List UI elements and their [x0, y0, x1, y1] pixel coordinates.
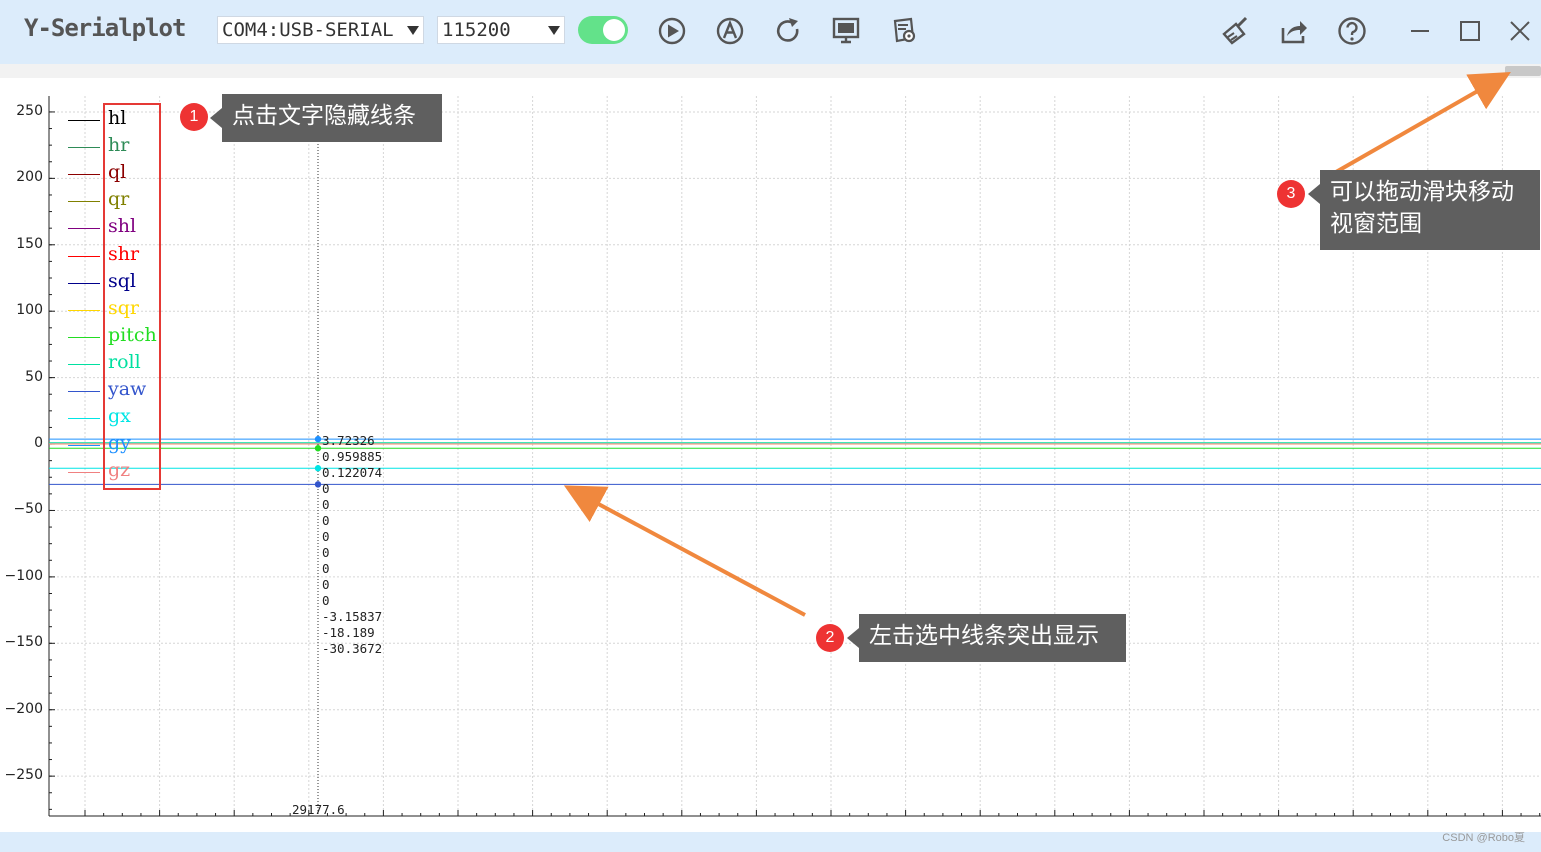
y-tick-label: −150 — [4, 634, 43, 651]
horizontal-scrollbar[interactable] — [0, 64, 1541, 78]
legend-swatch — [68, 309, 100, 311]
legend-swatch — [68, 336, 100, 338]
cursor-value: 0 — [322, 529, 330, 544]
y-tick-label: −100 — [4, 567, 43, 584]
annotation-callout-3: 可以拖动滑块移动 视窗范围 — [1308, 170, 1540, 250]
cursor-value: 0 — [322, 481, 330, 496]
cursor-value: -3.15837 — [322, 609, 383, 624]
annotation-badge-1: 1 — [180, 103, 208, 131]
legend-swatch — [68, 282, 100, 284]
legend-swatch — [68, 228, 100, 230]
cursor-value: 0 — [322, 561, 330, 576]
title-bar: Y-Serialplot COM4:USB-SERIAL 115200 — [0, 0, 1541, 64]
legend-swatch — [68, 147, 100, 149]
cursor-value: 0 — [322, 593, 330, 608]
port-select-value: COM4:USB-SERIAL — [222, 19, 394, 41]
cursor-value: -18.189 — [322, 625, 375, 640]
close-icon[interactable] — [1503, 14, 1537, 48]
cursor-value: 0 — [322, 545, 330, 560]
legend-swatch — [68, 174, 100, 176]
legend-swatch — [68, 120, 100, 121]
port-select[interactable]: COM4:USB-SERIAL — [217, 16, 424, 44]
auto-scale-icon[interactable] — [713, 14, 747, 48]
cursor-value: -30.3672 — [322, 641, 383, 656]
annotation-callout-2: 左击选中线条突出显示 — [847, 614, 1126, 662]
legend-highlight-box — [103, 103, 161, 490]
clear-brush-icon[interactable] — [1218, 14, 1252, 48]
legend-swatch — [68, 363, 100, 365]
play-icon[interactable] — [655, 14, 689, 48]
legend-swatch — [68, 391, 100, 392]
annotation-badge-2: 2 — [816, 624, 844, 652]
cursor-dot-pitch — [314, 445, 322, 452]
cursor-value: 0 — [322, 577, 330, 592]
y-tick-label: −50 — [13, 501, 43, 518]
annotation-callout-1: 点击文字隐藏线条 — [210, 94, 442, 142]
scrollbar-handle[interactable] — [1505, 66, 1541, 76]
cursor-dot-gx — [314, 465, 322, 472]
app-title: Y-Serialplot — [24, 14, 186, 42]
cursor-value: 0 — [322, 497, 330, 512]
legend-swatch — [68, 418, 100, 420]
help-icon[interactable] — [1335, 14, 1369, 48]
chevron-down-icon — [548, 26, 560, 35]
annotation-callout-3-line1: 可以拖动滑块移动 — [1330, 179, 1514, 205]
y-tick-label: 250 — [16, 102, 43, 119]
toggle-knob — [603, 19, 625, 41]
minimize-icon[interactable] — [1403, 14, 1437, 48]
y-tick-label: 100 — [16, 302, 43, 319]
cursor-dot-yaw — [314, 481, 322, 488]
chevron-down-icon — [407, 26, 419, 35]
refresh-icon[interactable] — [771, 14, 805, 48]
cursor-value: 3.72326 — [322, 433, 375, 448]
cursor-value: 0.122074 — [322, 465, 383, 480]
legend-swatch — [68, 472, 100, 474]
legend-swatch — [68, 445, 100, 447]
legend-swatch — [68, 255, 100, 257]
baud-select[interactable]: 115200 — [437, 16, 565, 44]
legend-swatch — [68, 201, 100, 203]
baud-select-value: 115200 — [442, 19, 511, 41]
y-tick-label: −250 — [4, 767, 43, 784]
annotation-callout-3-line2: 视窗范围 — [1330, 211, 1422, 237]
share-icon[interactable] — [1277, 14, 1311, 48]
maximize-icon[interactable] — [1453, 14, 1487, 48]
y-tick-label: 0 — [34, 435, 43, 452]
y-tick-label: −200 — [4, 700, 43, 717]
cursor-value: 0 — [322, 513, 330, 528]
annotation-badge-3: 3 — [1277, 180, 1305, 208]
cursor-x-label: 29177.6 — [292, 802, 345, 817]
settings-document-icon[interactable] — [887, 14, 921, 48]
y-tick-label: 150 — [16, 235, 43, 252]
monitor-icon[interactable] — [829, 14, 863, 48]
connect-toggle[interactable] — [578, 16, 628, 44]
status-bar — [0, 832, 1541, 852]
cursor-value: 0.959885 — [322, 449, 383, 464]
y-tick-label: 50 — [25, 368, 43, 385]
watermark: CSDN @Robo夏 — [1442, 832, 1525, 844]
cursor-dot-gy — [314, 435, 322, 443]
y-tick-label: 200 — [16, 169, 43, 186]
